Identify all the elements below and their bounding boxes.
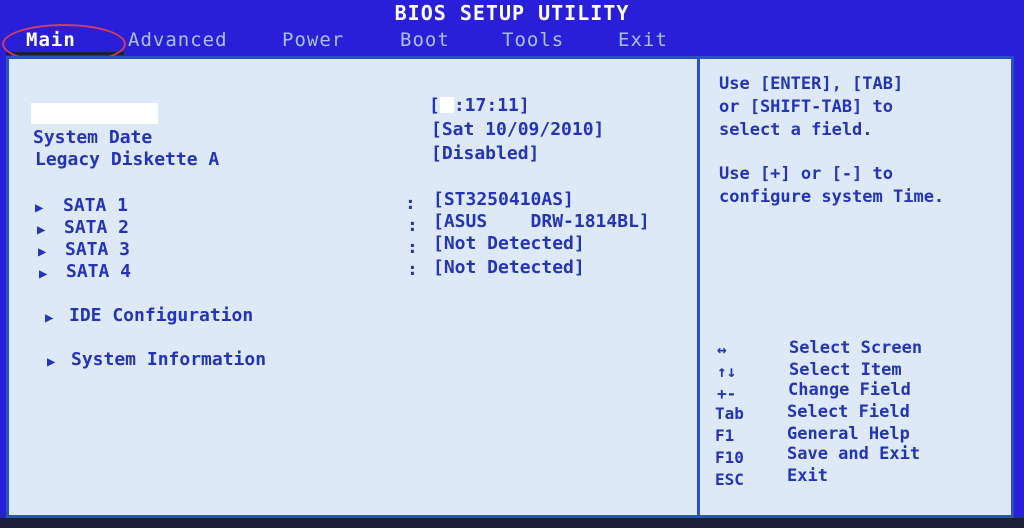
sata3-separator: : <box>407 237 418 258</box>
sata4-separator: : <box>407 259 418 280</box>
settings-panel: System Time [ :17:11] System Date [Sat 10… <box>6 56 1014 518</box>
sata4-label[interactable]: SATA 4 <box>66 261 131 283</box>
time-hour-field[interactable] <box>439 97 454 113</box>
sata2-label[interactable]: SATA 2 <box>64 217 129 239</box>
menu-bar: Main Advanced Power Boot Tools Exit <box>0 26 1024 54</box>
sata1-label[interactable]: SATA 1 <box>63 195 128 217</box>
sata2-separator: : <box>407 215 418 236</box>
key-desc-change-field: Change Field <box>788 380 911 400</box>
sata2-value[interactable]: [ASUS DRW-1814BL] <box>433 211 650 233</box>
sata3-label[interactable]: SATA 3 <box>65 239 130 261</box>
tab-exit[interactable]: Exit <box>618 26 668 54</box>
key-tab: Tab <box>715 404 744 423</box>
system-time-label[interactable]: System Time <box>31 103 159 125</box>
legacy-diskette-value[interactable]: [Disabled] <box>431 143 539 165</box>
bezel-bottom <box>0 518 1024 528</box>
system-information-item[interactable]: System Information <box>71 349 266 371</box>
key-f1: F1 <box>715 426 735 445</box>
panel-divider <box>697 59 700 515</box>
help-line-4: Use [+] or [-] to <box>719 164 893 184</box>
sata1-separator: : <box>405 193 416 214</box>
sata4-value[interactable]: [Not Detected] <box>433 257 585 279</box>
key-plus-minus: +- <box>717 384 737 403</box>
help-line-2: or [SHIFT-TAB] to <box>719 97 893 117</box>
help-line-1: Use [ENTER], [TAB] <box>719 74 904 94</box>
sata1-arrow-icon: ▶ <box>35 200 44 216</box>
system-info-arrow-icon: ▶ <box>47 354 56 370</box>
sata3-arrow-icon: ▶ <box>38 244 47 260</box>
sata3-value[interactable]: [Not Detected] <box>433 233 585 255</box>
help-line-5: configure system Time. <box>719 187 945 207</box>
sata2-arrow-icon: ▶ <box>37 222 46 238</box>
key-desc-select-screen: Select Screen <box>789 338 923 358</box>
key-esc: ESC <box>715 470 744 489</box>
bios-title: BIOS SETUP UTILITY <box>394 1 630 25</box>
system-time-bracket: [ <box>429 95 440 116</box>
system-time-highlight: System Time <box>31 103 159 124</box>
ide-config-arrow-icon: ▶ <box>45 310 54 326</box>
sata1-value[interactable]: [ST3250410AS] <box>433 189 574 211</box>
system-date-label[interactable]: System Date <box>33 127 152 149</box>
ide-configuration-item[interactable]: IDE Configuration <box>69 305 253 327</box>
bios-screen: BIOS SETUP UTILITY Main Advanced Power B… <box>0 0 1024 528</box>
tab-tools[interactable]: Tools <box>502 26 564 54</box>
legacy-diskette-label[interactable]: Legacy Diskette A <box>35 149 219 171</box>
key-f10: F10 <box>715 448 744 467</box>
key-desc-save-exit: Save and Exit <box>787 444 921 464</box>
key-up-down-icon: ↑↓ <box>717 362 737 381</box>
help-line-3: select a field. <box>719 120 873 140</box>
system-date-value[interactable]: [Sat 10/09/2010] <box>431 119 604 141</box>
tab-power[interactable]: Power <box>282 26 344 54</box>
system-time-rest: :17:11] <box>453 95 530 116</box>
key-desc-general-help: General Help <box>787 424 910 444</box>
sata4-arrow-icon: ▶ <box>39 266 48 282</box>
tab-advanced[interactable]: Advanced <box>128 26 228 54</box>
key-desc-exit: Exit <box>787 466 828 486</box>
system-time-value[interactable]: [ :17:11] <box>429 95 530 117</box>
key-left-right-icon: ↔ <box>717 340 727 359</box>
key-desc-select-field: Select Field <box>787 402 910 422</box>
tab-boot[interactable]: Boot <box>400 26 450 54</box>
key-desc-select-item: Select Item <box>789 360 902 380</box>
